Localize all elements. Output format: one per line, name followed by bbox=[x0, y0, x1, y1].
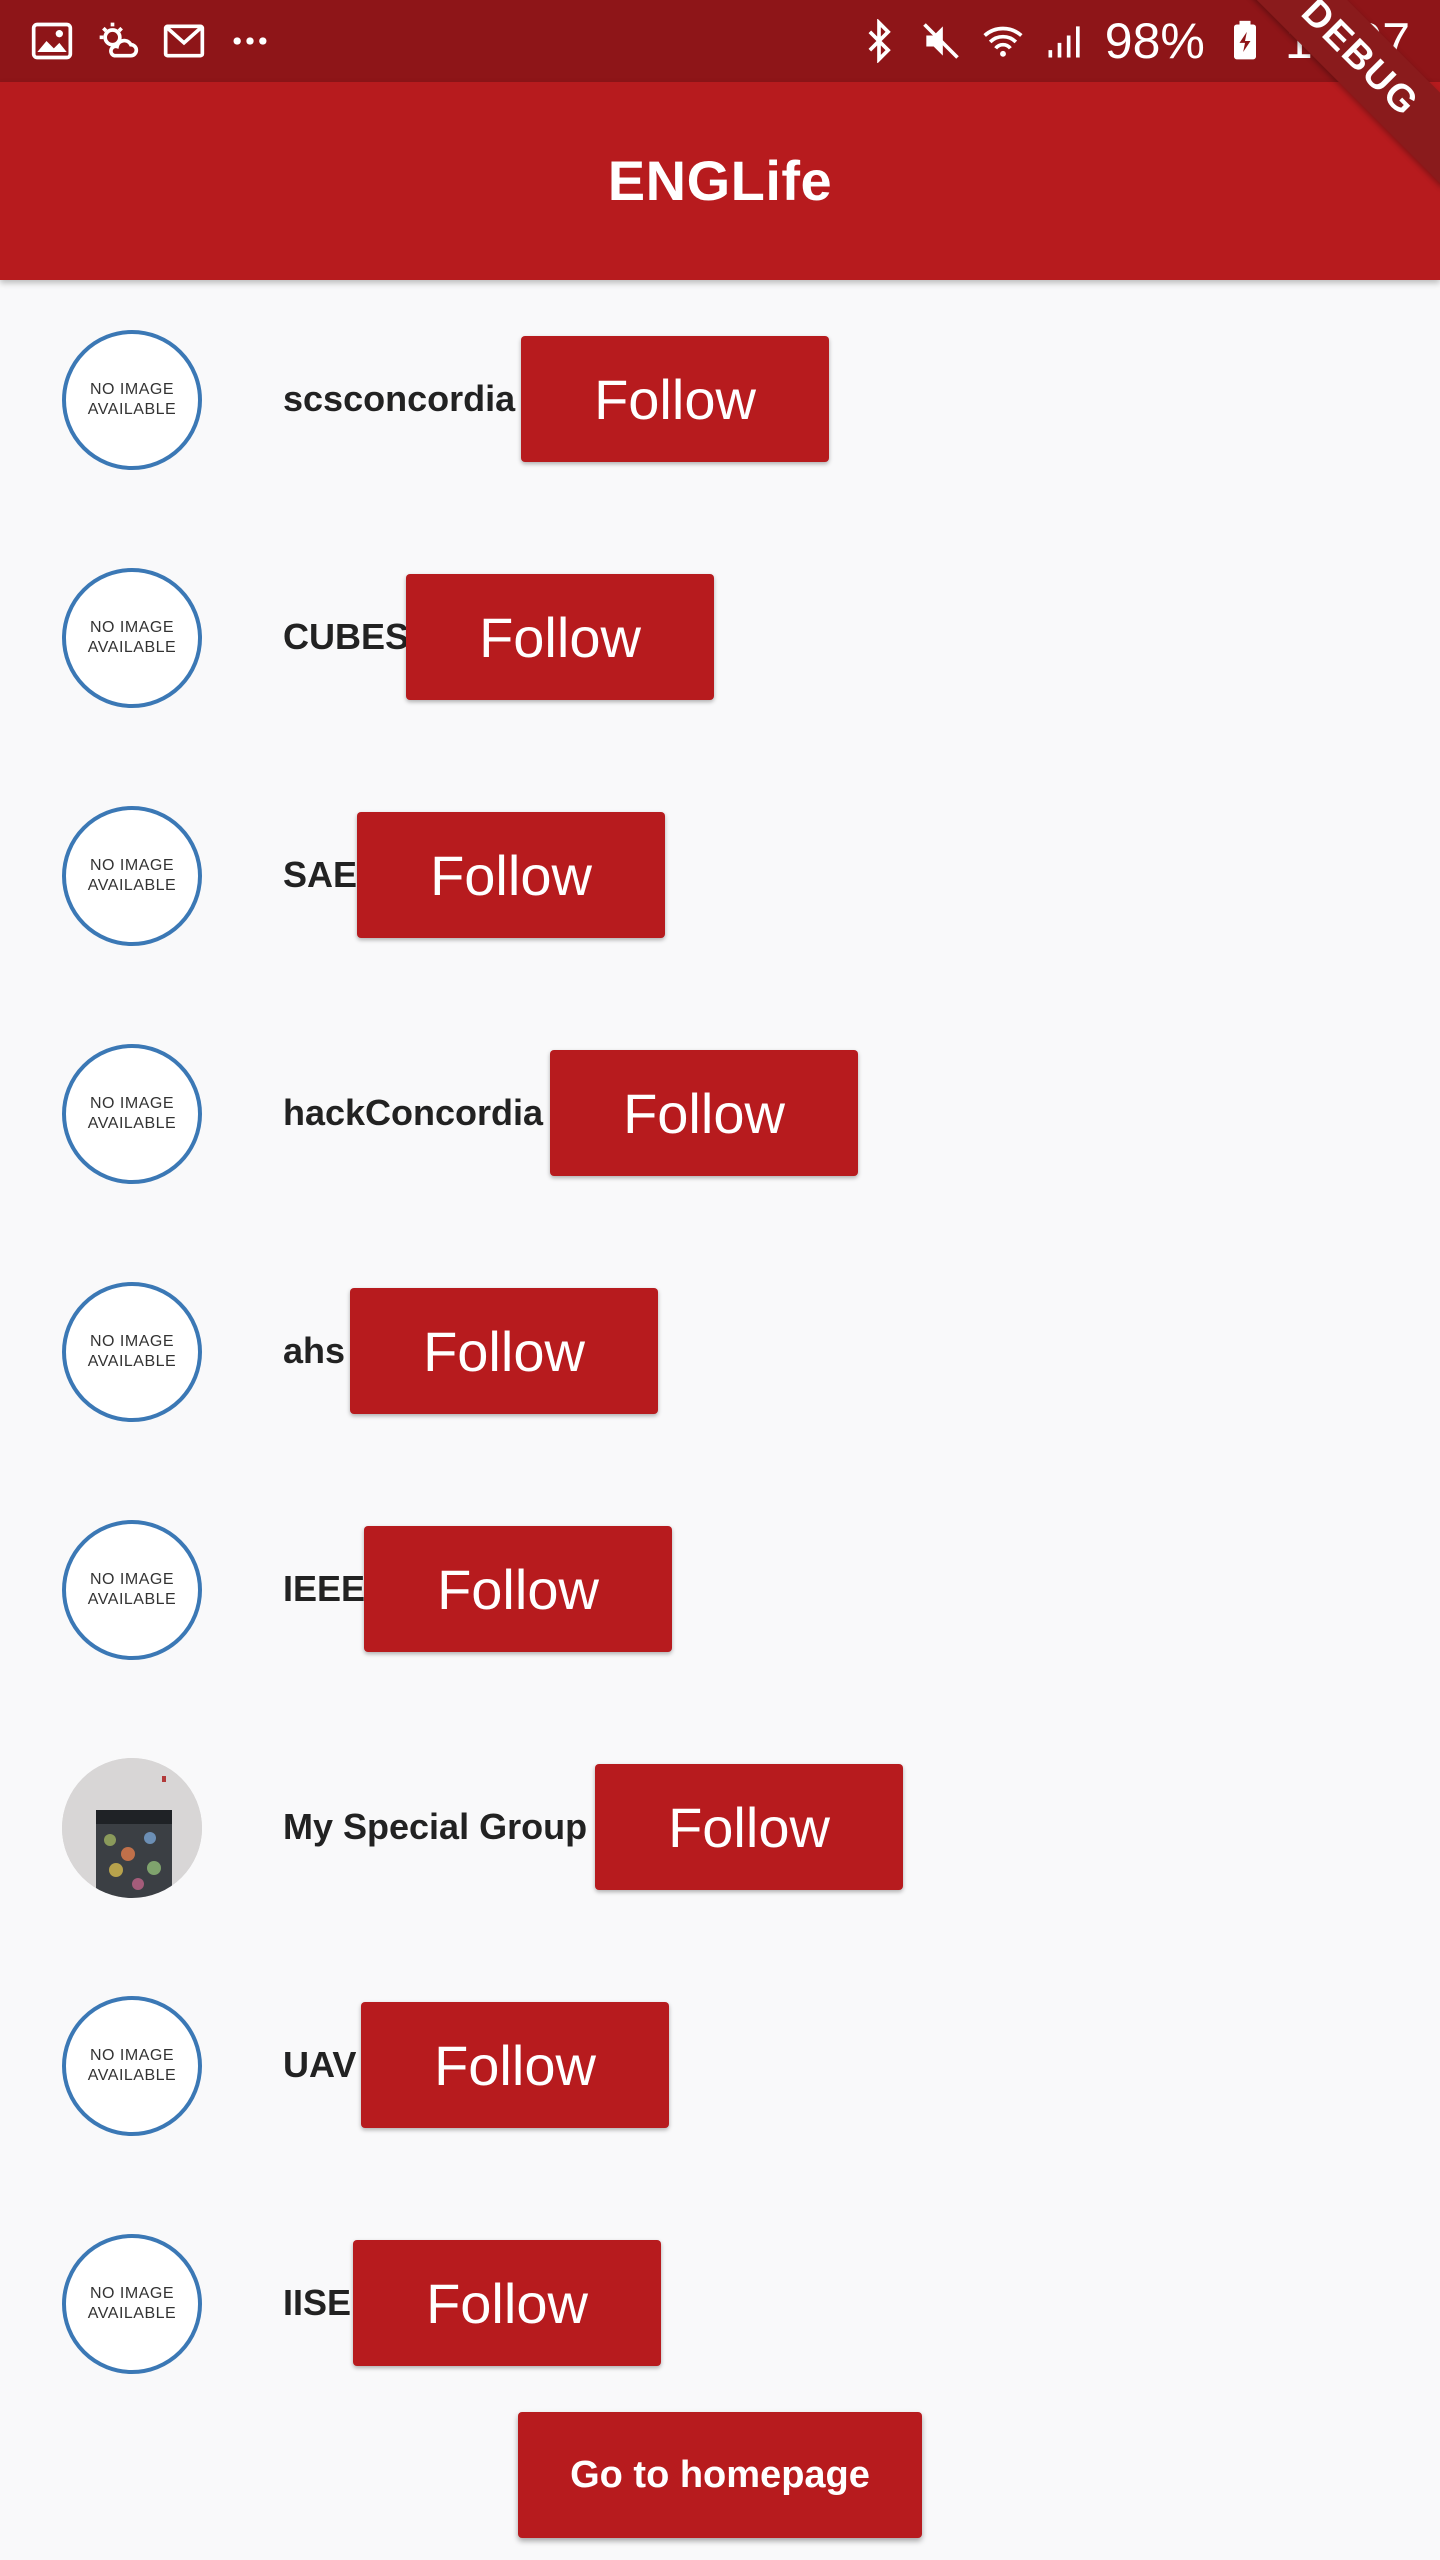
available-line: AVAILABLE bbox=[87, 2305, 177, 2322]
no-image-line: NO IMAGE bbox=[89, 2047, 174, 2064]
group-photo-image bbox=[62, 1758, 202, 1898]
avatar: NO IMAGE AVAILABLE bbox=[62, 1044, 202, 1184]
gallery-icon bbox=[30, 19, 74, 63]
no-image-line: NO IMAGE bbox=[89, 381, 174, 398]
available-line: AVAILABLE bbox=[87, 401, 177, 418]
list-item: NO IMAGE AVAILABLE IEEE Follow bbox=[0, 1470, 1440, 1708]
avatar: NO IMAGE AVAILABLE bbox=[62, 568, 202, 708]
list-item: NO IMAGE AVAILABLE scsconcordia Follow bbox=[0, 280, 1440, 518]
available-line: AVAILABLE bbox=[87, 639, 177, 656]
avatar: NO IMAGE AVAILABLE bbox=[62, 1520, 202, 1660]
list-item: NO IMAGE AVAILABLE hackConcordia Follow bbox=[0, 994, 1440, 1232]
bluetooth-icon bbox=[857, 19, 901, 63]
avatar bbox=[62, 1758, 202, 1898]
avatar: NO IMAGE AVAILABLE bbox=[62, 1996, 202, 2136]
follow-button[interactable]: Follow bbox=[364, 1526, 672, 1652]
wifi-icon bbox=[981, 19, 1025, 63]
follow-button[interactable]: Follow bbox=[406, 574, 714, 700]
available-line: AVAILABLE bbox=[87, 877, 177, 894]
avatar: NO IMAGE AVAILABLE bbox=[62, 330, 202, 470]
no-image-line: NO IMAGE bbox=[89, 2285, 174, 2302]
status-bar-left bbox=[30, 0, 272, 82]
group-name: IISE bbox=[283, 2282, 352, 2323]
group-name: scsconcordia bbox=[283, 378, 516, 419]
avatar-placeholder-text: NO IMAGE AVAILABLE bbox=[88, 380, 176, 420]
no-image-line: NO IMAGE bbox=[89, 857, 174, 874]
follow-button[interactable]: Follow bbox=[550, 1050, 858, 1176]
available-line: AVAILABLE bbox=[87, 1353, 177, 1370]
status-bar: 98% 10:07 bbox=[0, 0, 1440, 82]
avatar-placeholder-text: NO IMAGE AVAILABLE bbox=[88, 2046, 176, 2086]
group-name: SAE bbox=[283, 854, 358, 895]
battery-percent: 98% bbox=[1104, 13, 1205, 69]
more-dots-icon bbox=[228, 19, 272, 63]
follow-button[interactable]: Follow bbox=[595, 1764, 903, 1890]
group-name: ahs bbox=[283, 1330, 346, 1371]
mute-icon bbox=[919, 19, 963, 63]
list-item: NO IMAGE AVAILABLE IISE Follow bbox=[0, 2184, 1440, 2422]
avatar-placeholder-text: NO IMAGE AVAILABLE bbox=[88, 2284, 176, 2324]
list-item: My Special Group Follow bbox=[0, 1708, 1440, 1946]
signal-icon bbox=[1043, 19, 1087, 63]
avatar-placeholder-text: NO IMAGE AVAILABLE bbox=[88, 1094, 176, 1134]
avatar: NO IMAGE AVAILABLE bbox=[62, 1282, 202, 1422]
available-line: AVAILABLE bbox=[87, 1591, 177, 1608]
list-item: NO IMAGE AVAILABLE SAE Follow bbox=[0, 756, 1440, 994]
group-name: CUBES bbox=[283, 616, 410, 657]
avatar-placeholder-text: NO IMAGE AVAILABLE bbox=[88, 1570, 176, 1610]
avatar-placeholder-text: NO IMAGE AVAILABLE bbox=[88, 1332, 176, 1372]
app-bar: ENGLife bbox=[0, 82, 1440, 280]
avatar: NO IMAGE AVAILABLE bbox=[62, 806, 202, 946]
group-name: hackConcordia bbox=[283, 1092, 544, 1133]
available-line: AVAILABLE bbox=[87, 1115, 177, 1132]
list-item: NO IMAGE AVAILABLE UAV Follow bbox=[0, 1946, 1440, 2184]
weather-icon bbox=[96, 19, 140, 63]
no-image-line: NO IMAGE bbox=[89, 619, 174, 636]
available-line: AVAILABLE bbox=[87, 2067, 177, 2084]
list-item: NO IMAGE AVAILABLE CUBES Follow bbox=[0, 518, 1440, 756]
no-image-line: NO IMAGE bbox=[89, 1095, 174, 1112]
follow-button[interactable]: Follow bbox=[350, 1288, 658, 1414]
follow-button[interactable]: Follow bbox=[361, 2002, 669, 2128]
list-item: NO IMAGE AVAILABLE ahs Follow bbox=[0, 1232, 1440, 1470]
no-image-line: NO IMAGE bbox=[89, 1333, 174, 1350]
group-name: UAV bbox=[283, 2044, 357, 2085]
gmail-icon bbox=[162, 19, 206, 63]
go-to-homepage-button[interactable]: Go to homepage bbox=[518, 2412, 922, 2538]
no-image-line: NO IMAGE bbox=[89, 1571, 174, 1588]
group-name: IEEE bbox=[283, 1568, 366, 1609]
avatar: NO IMAGE AVAILABLE bbox=[62, 2234, 202, 2374]
group-name: My Special Group bbox=[283, 1806, 588, 1847]
follow-button[interactable]: Follow bbox=[521, 336, 829, 462]
page-title: ENGLife bbox=[607, 149, 833, 212]
avatar-placeholder-text: NO IMAGE AVAILABLE bbox=[88, 856, 176, 896]
battery-charging-icon bbox=[1223, 19, 1267, 63]
avatar-placeholder-text: NO IMAGE AVAILABLE bbox=[88, 618, 176, 658]
follow-button[interactable]: Follow bbox=[357, 812, 665, 938]
follow-button[interactable]: Follow bbox=[353, 2240, 661, 2366]
